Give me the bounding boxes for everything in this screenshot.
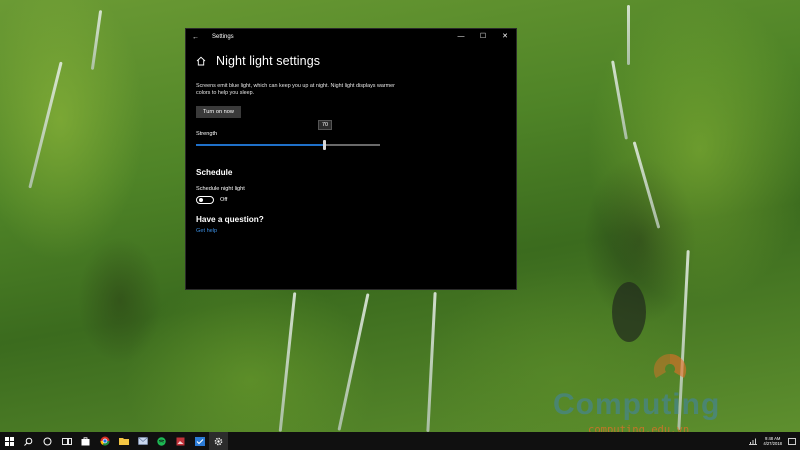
waterfall <box>611 60 628 140</box>
photos-icon[interactable] <box>171 432 190 450</box>
cortana-icon[interactable] <box>38 432 57 450</box>
settings-icon[interactable] <box>209 432 228 450</box>
schedule-toggle-label: Schedule night light <box>196 185 245 192</box>
task-view-icon[interactable] <box>57 432 76 450</box>
back-arrow-icon[interactable]: ← <box>192 34 204 41</box>
get-help-link[interactable]: Get help <box>196 228 516 234</box>
toggle-knob <box>199 198 203 203</box>
windows-logo-icon[interactable] <box>0 432 19 450</box>
page-header: Night light settings <box>196 53 516 69</box>
title-bar: ← Settings — ☐ ✕ <box>186 29 516 45</box>
clock[interactable]: 9:48 AM 4/27/2018 <box>763 436 782 446</box>
window-title: Settings <box>212 34 234 40</box>
maximize-button[interactable]: ☐ <box>472 29 494 45</box>
network-icon[interactable] <box>749 438 758 445</box>
strength-control: 70 Strength <box>196 118 516 154</box>
page-title: Night light settings <box>216 54 321 68</box>
watermark-brand: Computing <box>553 388 721 421</box>
clock-date: 4/27/2018 <box>763 441 782 446</box>
watermark-logo <box>653 353 687 378</box>
schedule-night-light-toggle[interactable] <box>196 195 214 204</box>
taskbar: 9:48 AM 4/27/2018 <box>0 432 800 450</box>
close-button[interactable]: ✕ <box>494 29 516 45</box>
waterfall <box>337 293 370 431</box>
waterfall <box>28 61 63 189</box>
waterfall <box>632 141 661 229</box>
search-icon[interactable] <box>19 432 38 450</box>
system-tray: 9:48 AM 4/27/2018 <box>749 432 796 450</box>
chrome-icon[interactable] <box>95 432 114 450</box>
toggle-state-text: Off <box>220 196 228 203</box>
mail-icon[interactable] <box>133 432 152 450</box>
turn-on-now-button[interactable]: Turn on now <box>196 105 241 118</box>
spotify-icon[interactable] <box>152 432 171 450</box>
schedule-toggle-row: Off <box>196 195 516 204</box>
home-icon[interactable] <box>196 56 206 66</box>
strength-label: Strength <box>196 130 218 137</box>
waterfall <box>90 10 103 70</box>
settings-window: ← Settings — ☐ ✕ Night light settings Sc… <box>185 28 517 290</box>
app-icon[interactable] <box>190 432 209 450</box>
night-light-description: Screens emit blue light, which can keep … <box>196 83 395 97</box>
file-explorer-icon[interactable] <box>114 432 133 450</box>
rock-patch <box>612 282 646 342</box>
slider-fill <box>196 143 325 146</box>
notification-center-icon[interactable] <box>788 437 796 445</box>
strength-slider[interactable] <box>196 139 380 150</box>
waterfall <box>278 292 297 432</box>
store-icon[interactable] <box>76 432 95 450</box>
strength-value-tooltip: 70 <box>318 119 332 130</box>
waterfall <box>627 5 630 65</box>
help-heading: Have a question? <box>196 214 264 224</box>
schedule-heading: Schedule <box>196 167 233 177</box>
waterfall <box>426 292 437 432</box>
minimize-button[interactable]: — <box>450 29 472 45</box>
slider-thumb[interactable] <box>323 139 327 150</box>
